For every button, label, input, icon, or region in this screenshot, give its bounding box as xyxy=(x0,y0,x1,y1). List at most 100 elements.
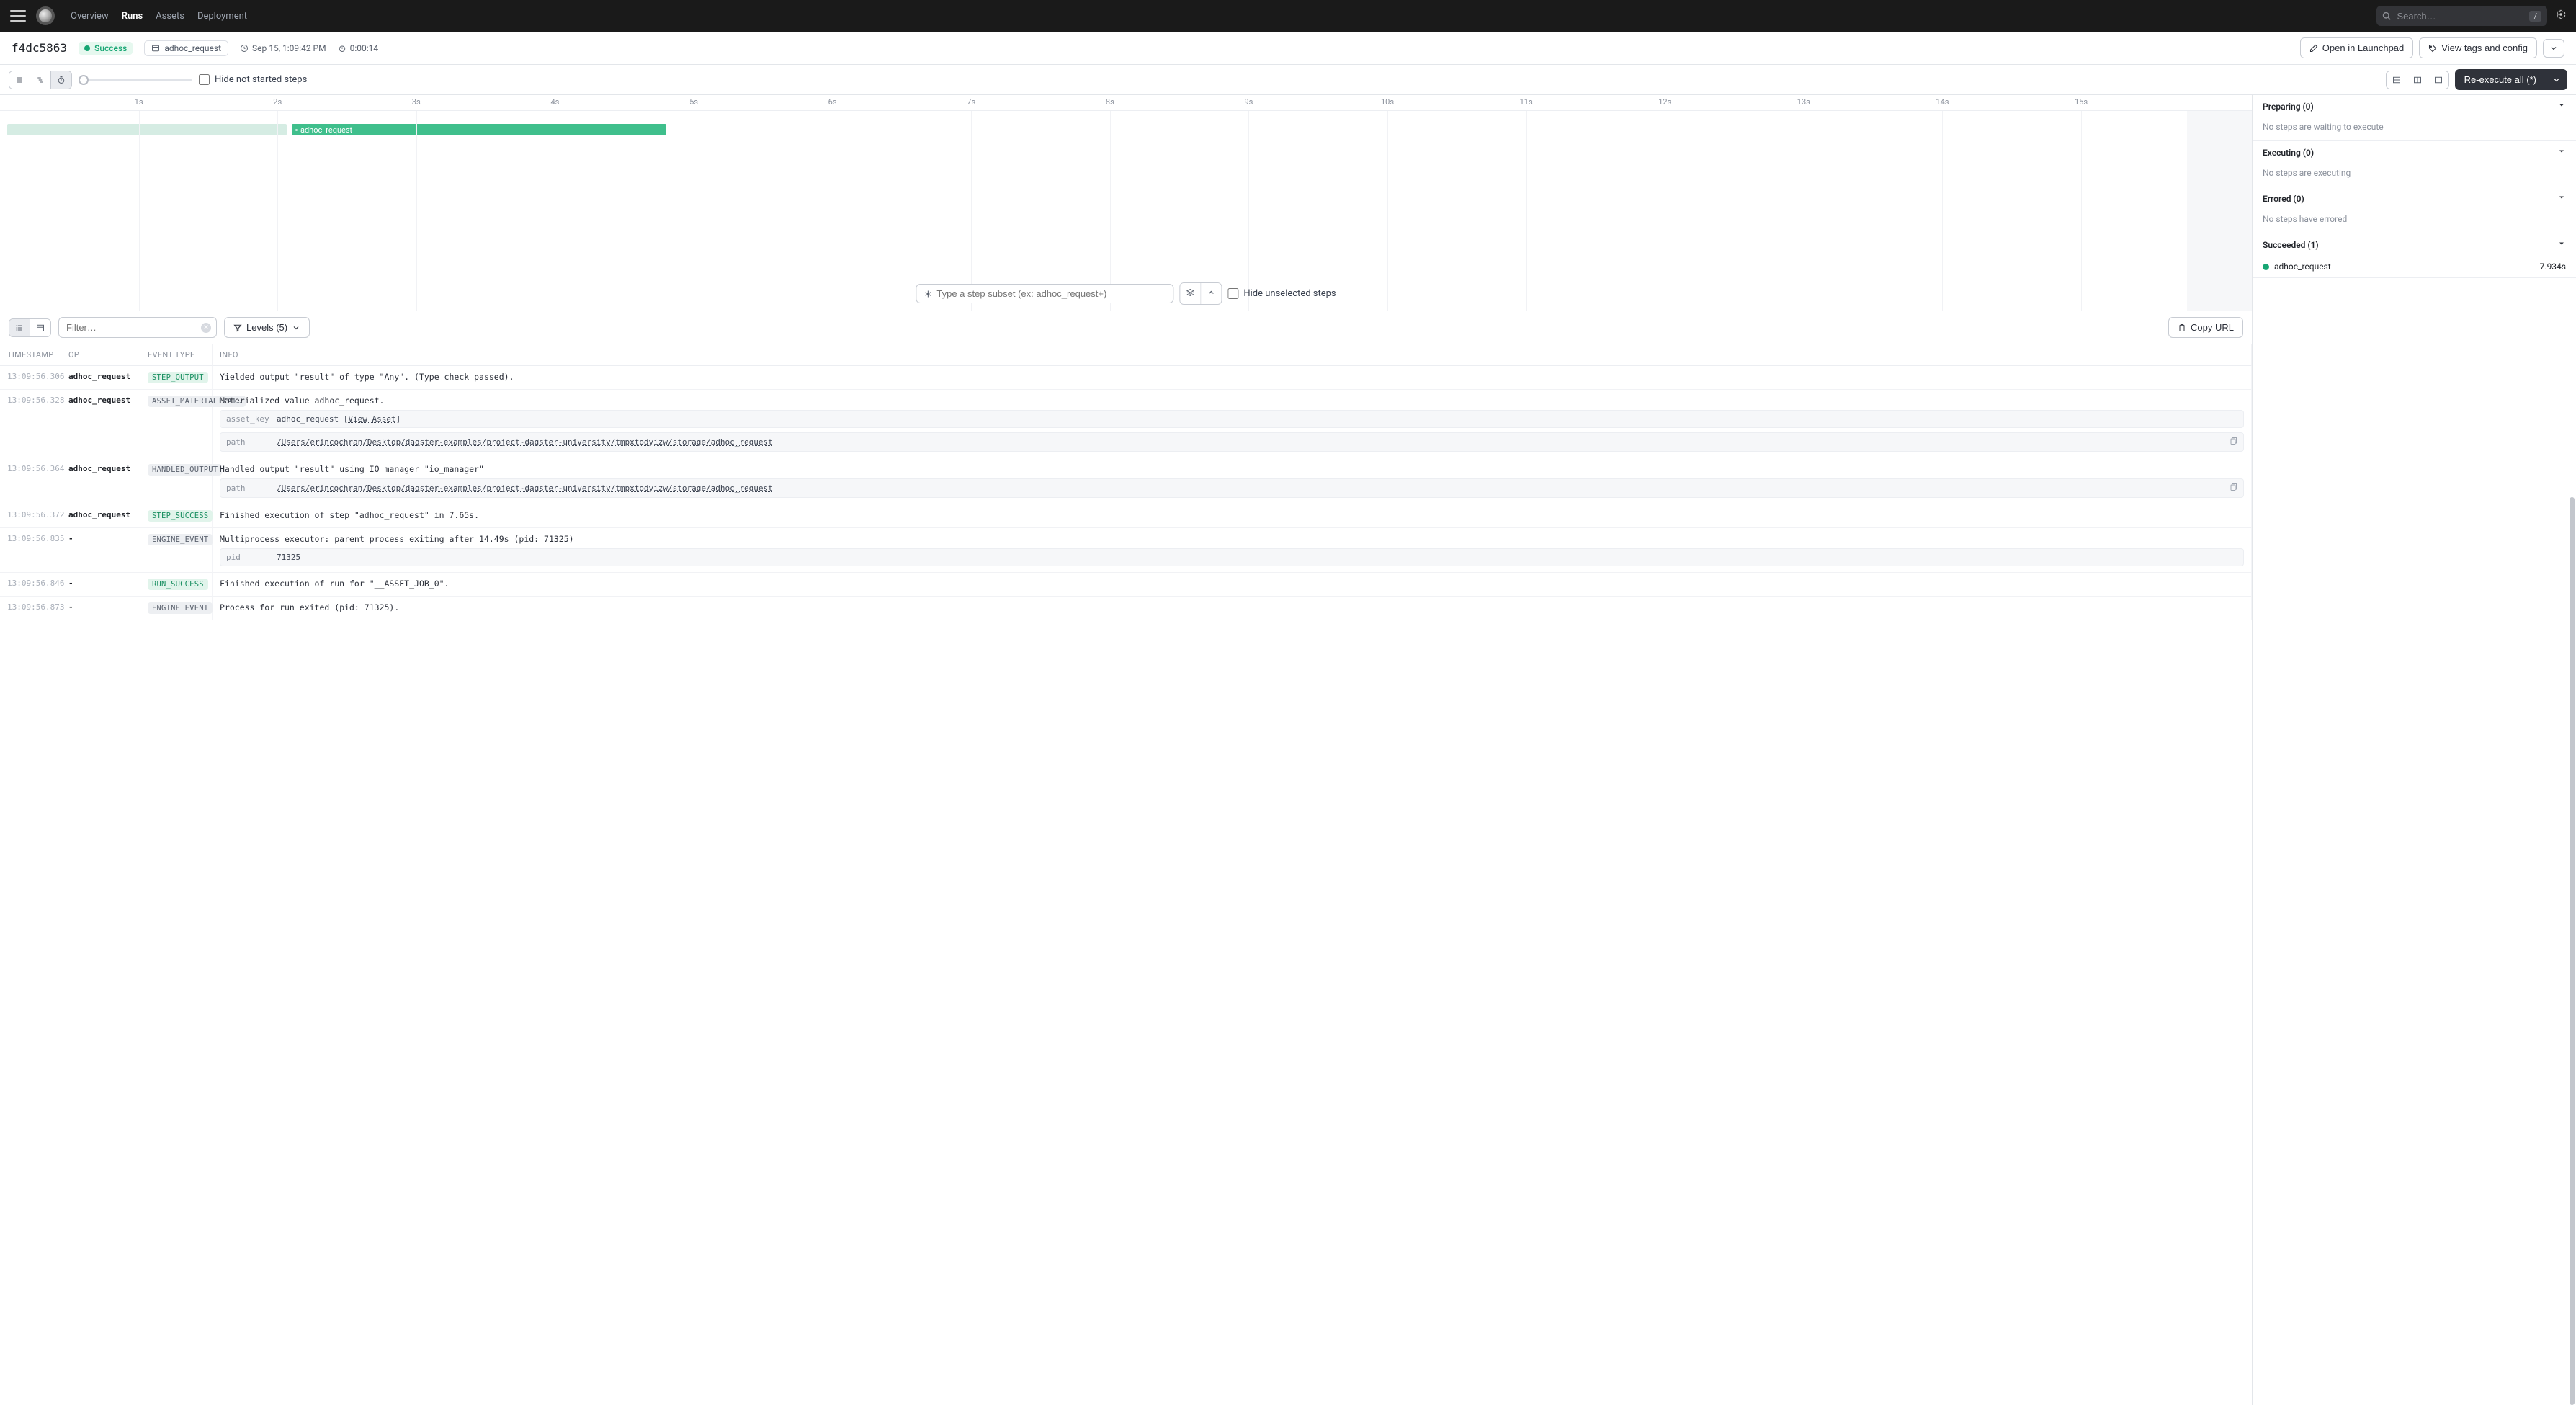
log-event: HANDLED_OUTPUT xyxy=(140,458,213,504)
th-op: OP xyxy=(61,344,140,366)
subset-layers-button[interactable] xyxy=(1180,283,1201,304)
gantt-view-waterfall-button[interactable] xyxy=(30,71,51,89)
nav-overview[interactable]: Overview xyxy=(71,11,109,22)
layout-split-horizontal-button[interactable] xyxy=(2387,71,2407,89)
settings-icon[interactable] xyxy=(2556,9,2566,22)
log-info: Yielded output "result" of type "Any". (… xyxy=(213,366,2252,390)
nav-runs[interactable]: Runs xyxy=(122,11,143,22)
menu-icon[interactable] xyxy=(10,10,26,22)
top-nav-left: Overview Runs Assets Deployment xyxy=(10,6,247,25)
reexecute-dropdown-button[interactable] xyxy=(2546,69,2567,90)
log-structured-button[interactable] xyxy=(9,319,30,336)
hide-unselected-checkbox[interactable]: Hide unselected steps xyxy=(1227,288,1336,299)
log-event: ENGINE_EVENT xyxy=(140,597,213,620)
reexecute-split-button: Re-execute all (*) xyxy=(2455,69,2567,90)
bars-icon xyxy=(15,76,24,84)
clock-icon xyxy=(240,44,249,53)
hide-not-started-input[interactable] xyxy=(199,74,210,85)
log-ts: 13:09:56.873 xyxy=(0,597,61,620)
dagster-logo[interactable] xyxy=(36,6,55,25)
run-timestamp: Sep 15, 1:09:42 PM xyxy=(240,43,326,53)
kv-row: path/Users/erincochran/Desktop/dagster-e… xyxy=(220,478,2244,498)
log-filter-input[interactable] xyxy=(58,317,217,338)
hide-unselected-label: Hide unselected steps xyxy=(1243,288,1336,299)
scrollbar-thumb[interactable] xyxy=(2570,497,2575,1405)
split-v-icon xyxy=(2413,76,2422,84)
steps-section-header[interactable]: Executing (0) xyxy=(2253,141,2576,164)
layout-full-button[interactable] xyxy=(2428,71,2448,89)
gantt-view-time-button[interactable] xyxy=(51,71,71,89)
gantt-toolbar-left: Hide not started steps xyxy=(9,71,307,89)
gantt-step-bar[interactable]: adhoc_request xyxy=(292,124,666,135)
subset-input-wrapper[interactable] xyxy=(916,284,1173,303)
clear-icon[interactable]: ✕ xyxy=(201,323,211,333)
log-toolbar: ✕ Levels (5) Copy URL xyxy=(0,311,2252,344)
log-levels-button[interactable]: Levels (5) xyxy=(224,317,310,338)
kv-value: 71325 xyxy=(277,553,300,562)
path-link[interactable]: /Users/erincochran/Desktop/dagster-examp… xyxy=(277,483,773,493)
grid-line xyxy=(277,111,278,311)
gantt-chart[interactable]: 1s2s3s4s5s6s7s8s9s10s11s12s13s14s15s adh… xyxy=(0,95,2252,311)
nav-deployment[interactable]: Deployment xyxy=(197,11,247,22)
steps-section-header[interactable]: Succeeded (1) xyxy=(2253,233,2576,256)
gantt-prep-bar[interactable] xyxy=(7,124,287,135)
layout-split-vertical-button[interactable] xyxy=(2407,71,2428,89)
view-asset-link[interactable]: View Asset xyxy=(348,414,395,424)
log-event: RUN_SUCCESS xyxy=(140,573,213,597)
run-duration: 0:00:14 xyxy=(338,43,379,53)
time-axis: 1s2s3s4s5s6s7s8s9s10s11s12s13s14s15s xyxy=(0,95,2252,111)
more-actions-button[interactable] xyxy=(2543,39,2564,58)
top-nav: Overview Runs Assets Deployment / xyxy=(0,0,2576,32)
gantt-view-flat-button[interactable] xyxy=(9,71,30,89)
log-ts: 13:09:56.328 xyxy=(0,390,61,458)
open-launchpad-button[interactable]: Open in Launchpad xyxy=(2300,37,2413,58)
reexecute-button[interactable]: Re-execute all (*) xyxy=(2455,69,2546,90)
steps-section-header[interactable]: Preparing (0) xyxy=(2253,95,2576,117)
kv-value: adhoc_request [View Asset] xyxy=(277,414,401,424)
waterfall-icon xyxy=(36,76,45,84)
caret-down-icon xyxy=(2557,101,2566,112)
steps-section-title: Preparing (0) xyxy=(2263,102,2314,112)
copy-icon[interactable] xyxy=(2229,437,2237,447)
steps-section-header[interactable]: Errored (0) xyxy=(2253,187,2576,210)
hide-unselected-input[interactable] xyxy=(1227,288,1238,299)
caret-down-icon xyxy=(2557,193,2566,204)
nav-links: Overview Runs Assets Deployment xyxy=(71,11,247,22)
time-tick: 10s xyxy=(1381,97,1394,107)
job-chip[interactable]: adhoc_request xyxy=(144,40,228,56)
calendar-icon xyxy=(36,324,45,332)
main-area: 1s2s3s4s5s6s7s8s9s10s11s12s13s14s15s adh… xyxy=(0,95,2576,1405)
log-ts: 13:09:56.372 xyxy=(0,504,61,528)
log-info: Multiprocess executor: parent process ex… xyxy=(213,528,2252,573)
zoom-slider[interactable] xyxy=(84,79,192,81)
log-raw-button[interactable] xyxy=(30,319,50,336)
search-input[interactable] xyxy=(2397,11,2523,22)
copy-icon[interactable] xyxy=(2229,483,2237,494)
subset-input[interactable] xyxy=(936,288,1166,299)
copy-url-button[interactable]: Copy URL xyxy=(2168,317,2243,338)
steps-section-title: Succeeded (1) xyxy=(2263,240,2319,250)
succeeded-step-row[interactable]: adhoc_request7.934s xyxy=(2253,256,2576,277)
steps-section-title: Executing (0) xyxy=(2263,148,2314,158)
subset-expand-group xyxy=(1179,282,1222,305)
zoom-slider-thumb[interactable] xyxy=(79,75,89,85)
nav-assets[interactable]: Assets xyxy=(156,11,184,22)
succeeded-step-time: 7.934s xyxy=(2540,262,2566,272)
view-tags-button[interactable]: View tags and config xyxy=(2419,37,2537,58)
grid-line xyxy=(2081,111,2082,311)
time-tick: 15s xyxy=(2075,97,2088,107)
log-info: Finished execution of step "adhoc_reques… xyxy=(213,504,2252,528)
caret-down-icon xyxy=(2557,147,2566,158)
log-ts: 13:09:56.846 xyxy=(0,573,61,597)
event-tag: STEP_OUTPUT xyxy=(148,372,208,383)
time-tick: 1s xyxy=(135,97,143,107)
kv-key: path xyxy=(226,437,269,447)
kv-value: /Users/erincochran/Desktop/dagster-examp… xyxy=(277,483,773,493)
subset-collapse-button[interactable] xyxy=(1201,283,1221,304)
log-info: Finished execution of run for "__ASSET_J… xyxy=(213,573,2252,597)
list-icon xyxy=(15,324,24,332)
path-link[interactable]: /Users/erincochran/Desktop/dagster-examp… xyxy=(277,437,773,447)
global-search[interactable]: / xyxy=(2376,6,2547,26)
hide-not-started-checkbox[interactable]: Hide not started steps xyxy=(199,74,307,85)
log-op: - xyxy=(61,528,140,573)
